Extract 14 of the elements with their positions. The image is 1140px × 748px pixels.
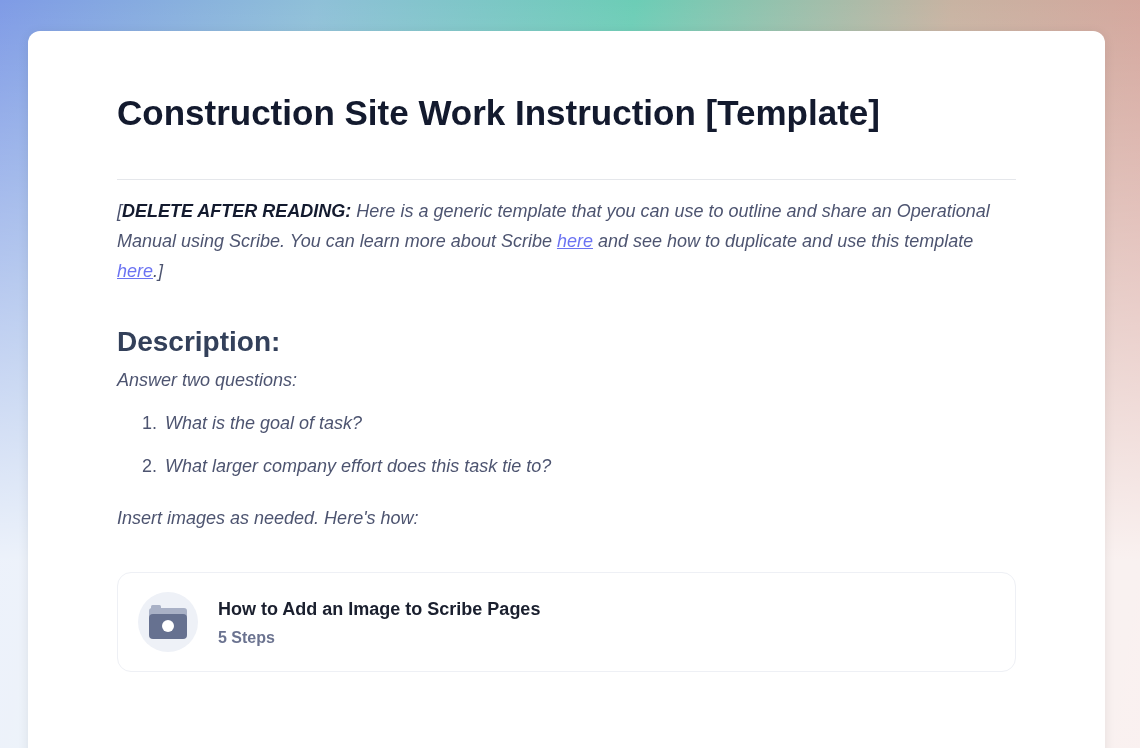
- question-text: What larger company effort does this task tie to?: [165, 455, 552, 478]
- note-text: Insert images as needed. Here's how:: [117, 507, 420, 530]
- document-title: Construction Site Work Instruction [Template]: [117, 92, 881, 134]
- list-number: 1.: [142, 412, 157, 435]
- question-text: What is the goal of task?: [165, 412, 363, 435]
- section-heading: Description:: [117, 325, 282, 359]
- guide-embed-card[interactable]: How to Add an Image to Scribe Pages 5 Steps: [117, 572, 1016, 672]
- guide-title: How to Add an Image to Scribe Pages: [218, 598, 541, 621]
- help-link[interactable]: here: [556, 231, 593, 251]
- intro-paragraph: [DELETE AFTER READING: Here is a generic template that you can use to outline and share an Operational Manual using Scribe. You can learn more about Scribe here and see how to duplicate and use this template here.]: [117, 200, 991, 283]
- prompt-text: Answer two questions:: [117, 369, 299, 392]
- step-count: 5 Steps: [218, 629, 276, 647]
- help-link[interactable]: here: [117, 261, 154, 281]
- list-number: 2.: [142, 455, 157, 478]
